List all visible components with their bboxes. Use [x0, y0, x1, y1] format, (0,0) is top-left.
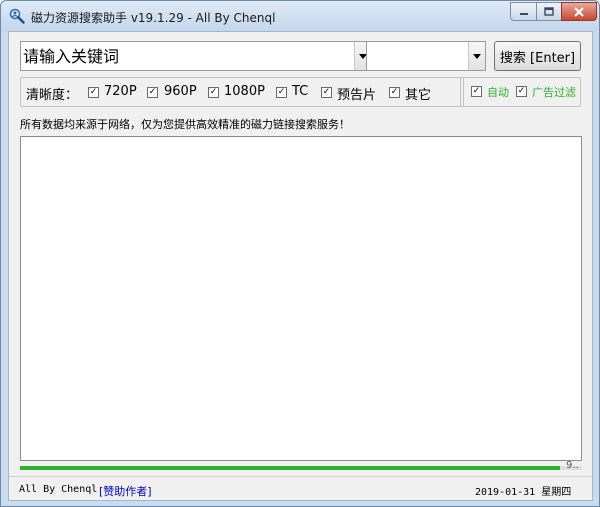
checkbox-other[interactable]: ✓	[389, 87, 400, 98]
label-trailer: 预告片	[337, 88, 377, 103]
chevron-down-icon	[473, 53, 481, 59]
checkbox-ad-filter[interactable]: ✓	[516, 86, 527, 97]
checkbox-auto[interactable]: ✓	[471, 86, 482, 97]
maximize-icon	[544, 7, 554, 16]
checkbox-960p[interactable]: ✓	[147, 87, 158, 98]
keyword-combobox[interactable]	[20, 41, 372, 71]
checkbox-720p[interactable]: ✓	[88, 87, 99, 98]
checkbox-trailer[interactable]: ✓	[321, 87, 332, 98]
label-960p: 960P	[164, 84, 197, 99]
keyword-input[interactable]	[23, 44, 353, 68]
close-button[interactable]	[561, 2, 597, 21]
label-720p: 720P	[104, 84, 137, 99]
results-list[interactable]	[20, 136, 582, 461]
donate-link[interactable]: [赞助作者]	[99, 483, 152, 499]
maximize-button[interactable]	[536, 2, 562, 21]
client-area: 搜索 [Enter] 清晰度： ✓ 720P ✓ 960P ✓ 1080P ✓ …	[8, 31, 593, 501]
label-tc: TC	[292, 84, 309, 99]
source-combobox[interactable]	[366, 41, 486, 71]
title-bar[interactable]: 磁力资源搜索助手 v19.1.29 - All By Chenql	[1, 1, 599, 31]
checkbox-tc[interactable]: ✓	[276, 87, 287, 98]
minimize-icon	[519, 12, 528, 15]
status-bar: All By Chenql [赞助作者] 2019-01-31 星期四	[9, 476, 592, 500]
label-other: 其它	[405, 88, 432, 103]
progress-fill	[20, 466, 560, 470]
label-1080p: 1080P	[224, 84, 265, 99]
magnifier-user-icon	[9, 8, 25, 24]
progress-bar	[20, 466, 582, 470]
minimize-button[interactable]	[510, 2, 537, 21]
checkbox-1080p[interactable]: ✓	[208, 87, 219, 98]
label-ad-filter: 广告过滤	[532, 86, 576, 99]
datetime-text: 2019-01-31 星期四	[475, 487, 572, 498]
window-title: 磁力资源搜索助手 v19.1.29 - All By Chenql	[31, 11, 276, 25]
close-icon	[574, 6, 584, 17]
notice-text: 所有数据均来源于网络，仅为您提供高效精准的磁力链接搜索服务！	[20, 118, 350, 131]
app-window: 磁力资源搜索助手 v19.1.29 - All By Chenql 请输入关键词…	[0, 0, 600, 507]
resolution-label: 清晰度：	[26, 88, 79, 103]
progress-value: 9..	[566, 460, 579, 471]
label-auto: 自动	[487, 86, 509, 99]
source-dropdown-button[interactable]	[468, 42, 485, 70]
author-text: All By Chenql	[19, 484, 98, 495]
search-button[interactable]: 搜索 [Enter]	[494, 41, 581, 71]
